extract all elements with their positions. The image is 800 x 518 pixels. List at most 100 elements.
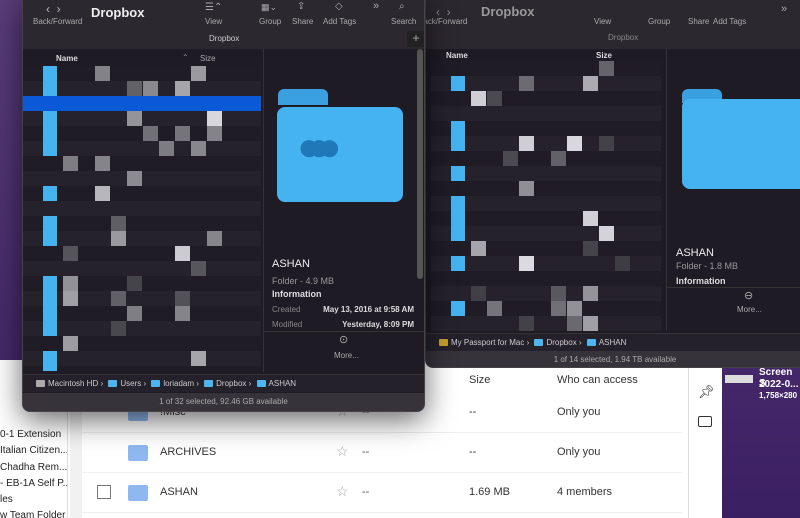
path-item[interactable]: Dropbox xyxy=(546,338,576,347)
file-row[interactable] xyxy=(431,271,661,286)
more-icon[interactable]: ⊙ xyxy=(339,333,348,346)
share-button[interactable]: Share xyxy=(292,17,313,26)
group-button[interactable]: Group xyxy=(259,17,281,26)
file-row[interactable] xyxy=(431,286,661,301)
column-name[interactable]: Name xyxy=(446,51,468,60)
path-item[interactable]: Macintosh HD xyxy=(48,379,98,388)
file-row[interactable] xyxy=(23,246,261,261)
file-row[interactable] xyxy=(23,186,261,201)
file-row[interactable] xyxy=(431,256,661,271)
file-row[interactable] xyxy=(23,216,261,231)
file-row[interactable] xyxy=(23,306,261,321)
table-row[interactable]: ASHAN ☆ -- 1.69 MB 4 members xyxy=(82,473,682,513)
star-icon[interactable]: ☆ xyxy=(336,443,349,460)
file-row[interactable] xyxy=(431,226,661,241)
share-icon[interactable]: ⇪ xyxy=(297,1,305,12)
add-tags-button[interactable]: Add Tags xyxy=(323,17,356,26)
view-button[interactable]: View xyxy=(594,17,611,26)
file-row[interactable] xyxy=(23,261,261,276)
file-row[interactable] xyxy=(431,106,661,121)
file-row[interactable] xyxy=(431,301,661,316)
file-row[interactable] xyxy=(23,171,261,186)
finder-window-front[interactable]: ‹ › Back/Forward Dropbox ☰⌃ View ▦⌄ Grou… xyxy=(22,0,425,412)
folder-settings-icon[interactable] xyxy=(698,416,712,427)
file-row[interactable] xyxy=(23,111,261,126)
created-label: Created xyxy=(272,305,301,314)
path-item[interactable]: ASHAN xyxy=(599,338,627,347)
file-row[interactable] xyxy=(431,121,661,136)
file-row[interactable] xyxy=(23,81,261,96)
path-item[interactable]: My Passport for Mac xyxy=(451,338,524,347)
add-tab-button[interactable]: + xyxy=(407,31,424,47)
sidebar-item[interactable]: w Team Folder xyxy=(0,510,65,518)
sidebar-item[interactable]: Chadha Rem... xyxy=(0,462,67,473)
column-name[interactable]: Name xyxy=(56,54,78,63)
back-forward-icon[interactable]: ‹ › xyxy=(46,2,61,16)
file-row[interactable] xyxy=(431,196,661,211)
sidebar-item[interactable]: - EB-1A Self P... xyxy=(0,478,67,489)
pin-icon[interactable]: 📌︎ xyxy=(698,384,715,400)
path-item[interactable]: loriadam xyxy=(163,379,194,388)
more-button[interactable]: More... xyxy=(334,351,359,360)
file-row[interactable] xyxy=(23,366,261,371)
row-name[interactable]: ARCHIVES xyxy=(160,446,216,458)
file-row[interactable] xyxy=(23,351,261,366)
file-row[interactable] xyxy=(431,151,661,166)
column-size[interactable]: Size xyxy=(200,54,216,63)
more-toolbar-icon[interactable]: » xyxy=(373,0,379,12)
file-row[interactable] xyxy=(23,96,261,111)
file-row[interactable] xyxy=(431,61,661,76)
file-row[interactable] xyxy=(23,276,261,291)
finder-window-back[interactable]: ‹ › Back/Forward Dropbox View Group Shar… xyxy=(425,0,800,368)
row-name[interactable]: ASHAN xyxy=(160,486,198,498)
file-row[interactable] xyxy=(431,166,661,181)
sidebar-item[interactable]: les xyxy=(0,494,13,505)
file-row[interactable] xyxy=(23,66,261,81)
column-access[interactable]: Who can access xyxy=(557,374,638,386)
file-row[interactable] xyxy=(431,211,661,226)
tag-icon[interactable]: ◇ xyxy=(335,1,343,12)
list-view-icon[interactable]: ☰⌃ xyxy=(205,2,222,13)
more-icon[interactable]: ⊖ xyxy=(744,289,753,302)
search-button[interactable]: Search xyxy=(391,17,416,26)
file-row[interactable] xyxy=(23,321,261,336)
file-list[interactable] xyxy=(23,66,261,371)
share-button[interactable]: Share xyxy=(688,17,709,26)
file-row[interactable] xyxy=(431,76,661,91)
redacted-block xyxy=(191,66,206,81)
file-row[interactable] xyxy=(23,291,261,306)
file-row[interactable] xyxy=(431,136,661,151)
column-size[interactable]: Size xyxy=(596,51,612,60)
file-row[interactable] xyxy=(23,126,261,141)
file-row[interactable] xyxy=(431,91,661,106)
search-icon[interactable]: ⌕ xyxy=(399,1,405,12)
file-row[interactable] xyxy=(23,201,261,216)
preview-name: ASHAN xyxy=(272,258,310,270)
path-item[interactable]: ASHAN xyxy=(269,379,297,388)
group-icon[interactable]: ▦⌄ xyxy=(261,2,277,13)
file-row[interactable] xyxy=(23,336,261,351)
add-tags-button[interactable]: Add Tags xyxy=(713,17,746,26)
path-item[interactable]: Users xyxy=(120,379,141,388)
file-row[interactable] xyxy=(23,231,261,246)
table-row[interactable]: ARCHIVES ☆ -- -- Only you xyxy=(82,433,682,473)
star-icon[interactable]: ☆ xyxy=(336,483,349,500)
modified-label: Modified xyxy=(272,320,303,329)
more-button[interactable]: More... xyxy=(737,305,762,314)
desktop-thumbnail[interactable]: Screen S 2022-0... 1,758×280 xyxy=(725,365,800,405)
file-row[interactable] xyxy=(23,156,261,171)
preview-scrollbar[interactable] xyxy=(417,49,423,279)
file-row[interactable] xyxy=(431,241,661,256)
sidebar-item[interactable]: 0-1 Extension xyxy=(0,429,61,440)
file-list[interactable] xyxy=(431,61,661,331)
file-row[interactable] xyxy=(23,141,261,156)
more-toolbar-icon[interactable]: » xyxy=(781,3,787,15)
group-button[interactable]: Group xyxy=(648,17,670,26)
file-row[interactable] xyxy=(431,181,661,196)
sidebar-item[interactable]: Italian Citizen... xyxy=(0,445,67,456)
row-checkbox[interactable] xyxy=(97,485,111,499)
column-size[interactable]: Size xyxy=(469,374,490,386)
file-row[interactable] xyxy=(431,316,661,331)
path-item[interactable]: Dropbox xyxy=(216,379,246,388)
view-button[interactable]: View xyxy=(205,17,222,26)
